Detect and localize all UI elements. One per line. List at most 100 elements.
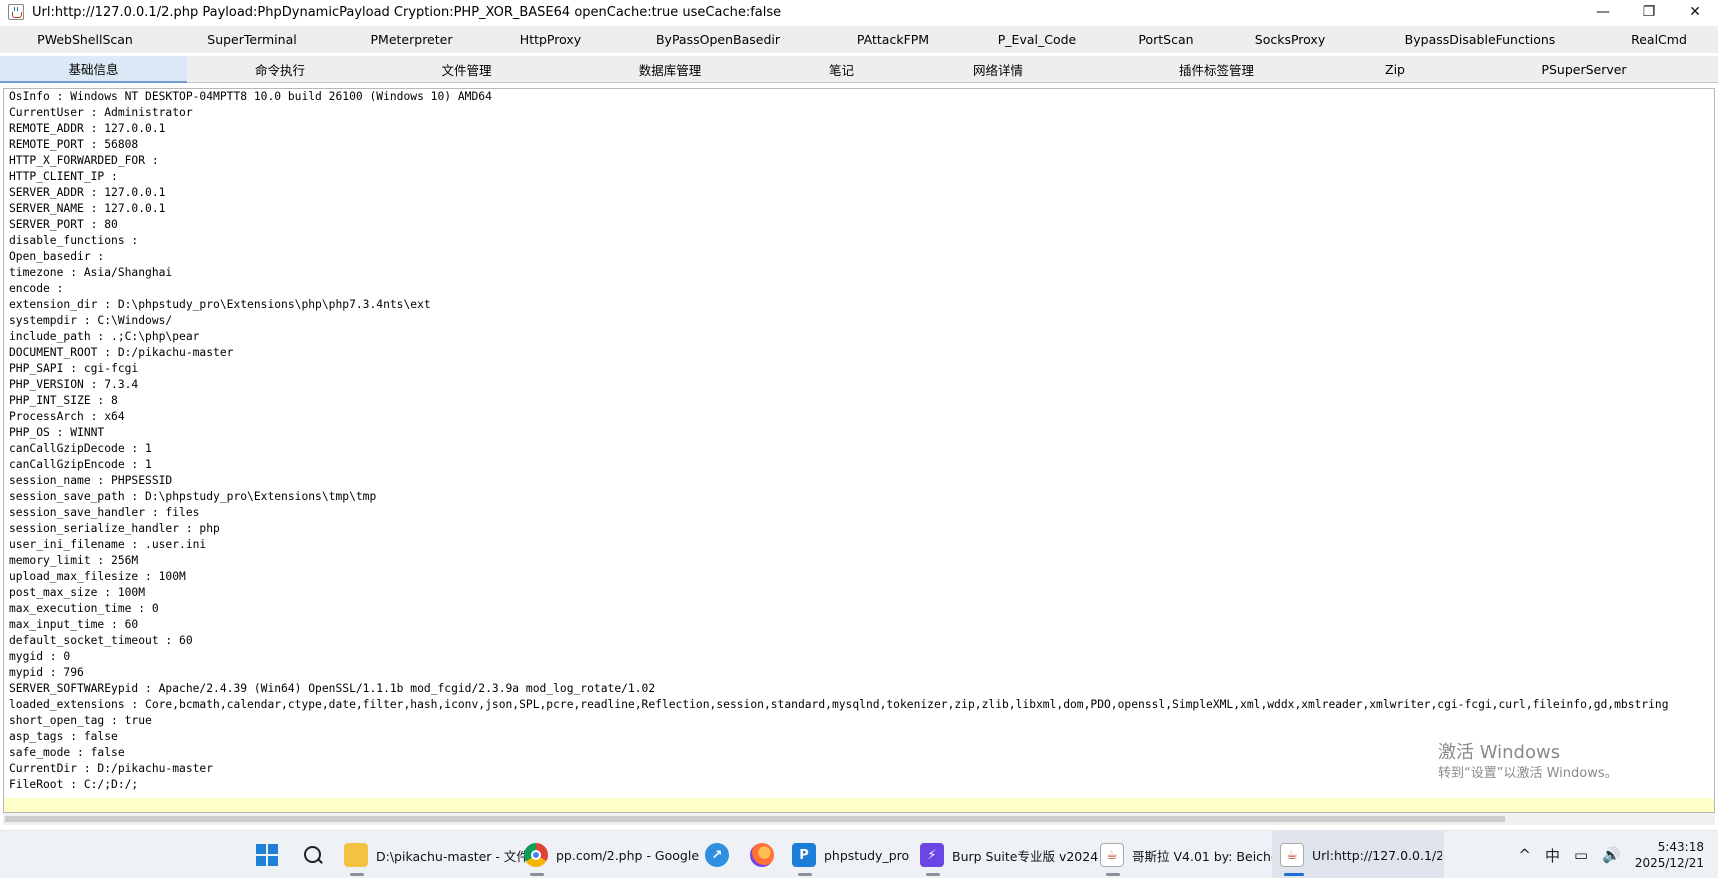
info-line-php-version: PHP_VERSION : 7.3.4 <box>9 378 139 391</box>
taskbar-item-label: Burp Suite专业版 v2024 <box>952 848 1099 864</box>
info-line-session-save-handler: session_save_handler : files <box>9 506 200 519</box>
restore-button[interactable]: ❐ <box>1626 0 1672 24</box>
info-line-server-addr: SERVER_ADDR : 127.0.0.1 <box>9 186 166 199</box>
info-line-server-name: SERVER_NAME : 127.0.0.1 <box>9 202 166 215</box>
horizontal-scrollbar[interactable] <box>3 813 1715 825</box>
info-line-php-os: PHP_OS : WINNT <box>9 426 105 439</box>
taskbar-item-firefox[interactable] <box>750 831 774 878</box>
tab-socksproxy[interactable]: SocksProxy <box>1220 26 1360 53</box>
burp-icon: ⚡ <box>920 843 944 867</box>
info-line-server-software: SERVER_SOFTWAREypid : Apache/2.4.39 (Win… <box>9 682 656 695</box>
taskbar-item-label: D:\pikachu-master - 文件 <box>376 848 529 864</box>
start-button[interactable] <box>256 831 278 878</box>
info-line-short-open-tag: short_open_tag : true <box>9 714 152 727</box>
tab-realcmd[interactable]: RealCmd <box>1600 26 1718 53</box>
info-line-remote-addr: REMOTE_ADDR : 127.0.0.1 <box>9 122 166 135</box>
chrome-icon <box>524 843 548 867</box>
tab-pwebshellscan[interactable]: PWebShellScan <box>0 26 170 53</box>
info-line-memory-limit: memory_limit : 256M <box>9 554 139 567</box>
tab-plugin-tag-manager[interactable]: 插件标签管理 <box>1093 56 1340 83</box>
info-line-timezone: timezone : Asia/Shanghai <box>9 266 173 279</box>
info-line-session-serialize-handler: session_serialize_handler : php <box>9 522 220 535</box>
activation-watermark: 激活 Windows 转到“设置”以激活 Windows。 <box>1438 742 1618 784</box>
chevron-up-icon[interactable]: ^ <box>1518 846 1531 864</box>
tab-database-manager[interactable]: 数据库管理 <box>560 56 780 83</box>
search-button[interactable] <box>302 831 324 878</box>
info-line-current-user: CurrentUser : Administrator <box>9 106 193 119</box>
info-line-systempdir: systempdir : C:\Windows/ <box>9 314 173 327</box>
info-line-gzip-encode: canCallGzipEncode : 1 <box>9 458 152 471</box>
taskbar-item-active-window[interactable]: ☕ Url:http://127.0.0.1/2.php <box>1272 831 1444 878</box>
plugin-tab-row: PWebShellScan SuperTerminal PMeterpreter… <box>0 26 1718 53</box>
tab-pmeterpreter[interactable]: PMeterpreter <box>334 26 489 53</box>
info-line-process-arch: ProcessArch : x64 <box>9 410 125 423</box>
phpstudy-icon: P <box>792 843 816 867</box>
info-line-gzip-decode: canCallGzipDecode : 1 <box>9 442 152 455</box>
current-input-line[interactable] <box>4 798 1714 812</box>
info-line-session-save-path: session_save_path : D:\phpstudy_pro\Exte… <box>9 490 377 503</box>
tab-network-details[interactable]: 网络详情 <box>903 56 1093 83</box>
tab-superterminal[interactable]: SuperTerminal <box>170 26 334 53</box>
info-line-loaded-extensions: loaded_extensions : Core,bcmath,calendar… <box>9 698 1669 711</box>
tab-psuperserver[interactable]: PSuperServer <box>1450 56 1718 83</box>
tab-notes[interactable]: 笔记 <box>780 56 903 83</box>
info-line-remote-port: REMOTE_PORT : 56808 <box>9 138 139 151</box>
taskbar-item-label: pp.com/2.php - Google <box>556 847 700 863</box>
clock-date: 2025/12/21 <box>1634 856 1704 870</box>
tab-p-eval-code[interactable]: P_Eval_Code <box>962 26 1112 53</box>
info-line-encode: encode : <box>9 282 64 295</box>
window-title: Url:http://127.0.0.1/2.php Payload:PhpDy… <box>32 4 782 20</box>
tab-command-exec[interactable]: 命令执行 <box>187 56 373 83</box>
tab-bypassdisablefunctions[interactable]: BypassDisableFunctions <box>1360 26 1600 53</box>
info-line-user-ini-filename: user_ini_filename : .user.ini <box>9 538 207 551</box>
minimize-button[interactable]: — <box>1580 0 1626 24</box>
folder-icon <box>344 843 368 867</box>
info-line-document-root: DOCUMENT_ROOT : D:/pikachu-master <box>9 346 234 359</box>
taskbar-item-explorer[interactable]: D:\pikachu-master - 文件 <box>344 831 529 878</box>
window-controls: — ❐ ✕ <box>1580 0 1718 24</box>
tab-httpproxy[interactable]: HttpProxy <box>489 26 612 53</box>
info-line-session-name: session_name : PHPSESSID <box>9 474 173 487</box>
title-bar: Url:http://127.0.0.1/2.php Payload:PhpDy… <box>0 0 1718 24</box>
taskbar-item-phpstudy[interactable]: P phpstudy_pro <box>792 831 922 878</box>
windows-start-icon <box>256 844 278 866</box>
volume-icon[interactable]: 🔊 <box>1602 846 1621 864</box>
basic-info-output[interactable]: OsInfo : Windows NT DESKTOP-04MPTT8 10.0… <box>3 88 1715 813</box>
info-line-max-execution-time: max_execution_time : 0 <box>9 602 159 615</box>
taskbar-item-label: 哥斯拉 V4.01 by: Beiche <box>1132 848 1279 864</box>
main-tab-row: 基础信息 命令执行 文件管理 数据库管理 笔记 网络详情 插件标签管理 Zip … <box>0 56 1718 83</box>
info-line-http-client-ip: HTTP_CLIENT_IP : <box>9 170 118 183</box>
clock[interactable]: 5:43:18 2025/12/21 <box>1635 839 1704 871</box>
taskbar-item-label: Url:http://127.0.0.1/2.php <box>1312 847 1442 863</box>
info-line-disable-functions: disable_functions : <box>9 234 139 247</box>
network-icon[interactable]: ▭ <box>1574 846 1588 864</box>
java-icon: ☕ <box>1100 843 1124 867</box>
info-line-php-int-size: PHP_INT_SIZE : 8 <box>9 394 118 407</box>
info-line-default-socket-timeout: default_socket_timeout : 60 <box>9 634 193 647</box>
close-button[interactable]: ✕ <box>1672 0 1718 24</box>
clock-time: 5:43:18 <box>1657 840 1704 854</box>
tab-basic-info[interactable]: 基础信息 <box>0 56 187 83</box>
tab-portscan[interactable]: PortScan <box>1112 26 1220 53</box>
tab-file-manager[interactable]: 文件管理 <box>373 56 560 83</box>
taskbar-item-chrome[interactable]: pp.com/2.php - Google <box>524 831 699 878</box>
info-line-mygid: mygid : 0 <box>9 650 71 663</box>
info-line-post-max-size: post_max_size : 100M <box>9 586 146 599</box>
tab-pattackfpm[interactable]: PAttackFPM <box>824 26 962 53</box>
info-line-server-port: SERVER_PORT : 80 <box>9 218 118 231</box>
watermark-subtitle: 转到“设置”以激活 Windows。 <box>1438 766 1618 781</box>
info-line-mypid: mypid : 796 <box>9 666 84 679</box>
tab-bypassopenbasedir[interactable]: ByPassOpenBasedir <box>612 26 824 53</box>
taskbar-item-label: phpstudy_pro <box>824 847 910 863</box>
tab-zip[interactable]: Zip <box>1340 56 1450 83</box>
java-cup-icon <box>8 4 24 20</box>
firefox-icon <box>750 843 774 867</box>
app-icon-blue: ↗ <box>705 843 729 867</box>
info-line-http-x-forwarded-for: HTTP_X_FORWARDED_FOR : <box>9 154 159 167</box>
taskbar-item-godzilla[interactable]: ☕ 哥斯拉 V4.01 by: Beiche <box>1100 831 1279 878</box>
taskbar-item-burp[interactable]: ⚡ Burp Suite专业版 v2024 <box>920 831 1100 878</box>
ime-indicator[interactable]: 中 <box>1545 845 1560 866</box>
taskbar-item-app[interactable]: ↗ <box>705 831 729 878</box>
taskbar: D:\pikachu-master - 文件 pp.com/2.php - Go… <box>0 830 1718 878</box>
scrollbar-thumb[interactable] <box>5 816 1505 822</box>
